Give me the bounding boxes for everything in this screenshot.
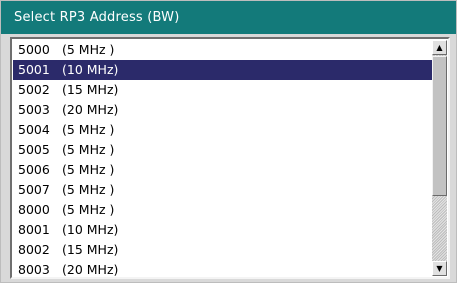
item-address: 5000 [18,42,50,57]
list-item-selected[interactable]: 5001 (10 MHz) [13,60,437,80]
item-address: 5001 [18,62,50,77]
item-address: 8000 [18,202,50,217]
list-item[interactable]: 5005 (5 MHz ) [13,140,437,160]
item-address: 5007 [18,182,50,197]
list-item[interactable]: 8000 (5 MHz ) [13,200,437,220]
item-bandwidth: (20 MHz) [62,262,119,277]
dialog-title: Select RP3 Address (BW) [1,1,456,34]
scrollbar-thumb[interactable] [432,56,447,196]
item-bandwidth: (5 MHz ) [62,162,115,177]
item-bandwidth: (5 MHz ) [62,182,115,197]
list-item[interactable]: 8001 (10 MHz) [13,220,437,240]
address-listbox[interactable]: 5000 (5 MHz ) 5001 (10 MHz) 5002 (15 MHz) 5003… [10,37,450,279]
item-address: 5005 [18,142,50,157]
item-address: 5004 [18,122,50,137]
address-list: 5000 (5 MHz ) 5001 (10 MHz) 5002 (15 MHz) 5003… [13,40,437,278]
select-address-dialog: Select RP3 Address (BW) 5000 (5 MHz ) 5001… [0,0,457,283]
scroll-up-arrow-icon[interactable]: ▲ [432,40,447,55]
item-bandwidth: (5 MHz ) [62,202,115,217]
item-address: 5002 [18,82,50,97]
scroll-down-arrow-icon[interactable]: ▼ [432,261,447,276]
item-bandwidth: (5 MHz ) [62,42,115,57]
item-address: 8001 [18,222,50,237]
list-item[interactable]: 5004 (5 MHz ) [13,120,437,140]
list-item[interactable]: 5000 (5 MHz ) [13,40,437,60]
item-address: 8002 [18,242,50,257]
item-bandwidth: (10 MHz) [62,62,119,77]
item-address: 5006 [18,162,50,177]
item-bandwidth: (10 MHz) [62,222,119,237]
vertical-scrollbar[interactable]: ▲ ▼ [432,40,447,276]
list-item[interactable]: 5007 (5 MHz ) [13,180,437,200]
item-bandwidth: (20 MHz) [62,102,119,117]
item-bandwidth: (5 MHz ) [62,122,115,137]
list-item[interactable]: 8003 (20 MHz) [13,260,437,278]
list-item[interactable]: 5006 (5 MHz ) [13,160,437,180]
list-item[interactable]: 8002 (15 MHz) [13,240,437,260]
item-address: 5003 [18,102,50,117]
list-item[interactable]: 5003 (20 MHz) [13,100,437,120]
item-bandwidth: (5 MHz ) [62,142,115,157]
list-item[interactable]: 5002 (15 MHz) [13,80,437,100]
item-bandwidth: (15 MHz) [62,242,119,257]
item-bandwidth: (15 MHz) [62,82,119,97]
item-address: 8003 [18,262,50,277]
